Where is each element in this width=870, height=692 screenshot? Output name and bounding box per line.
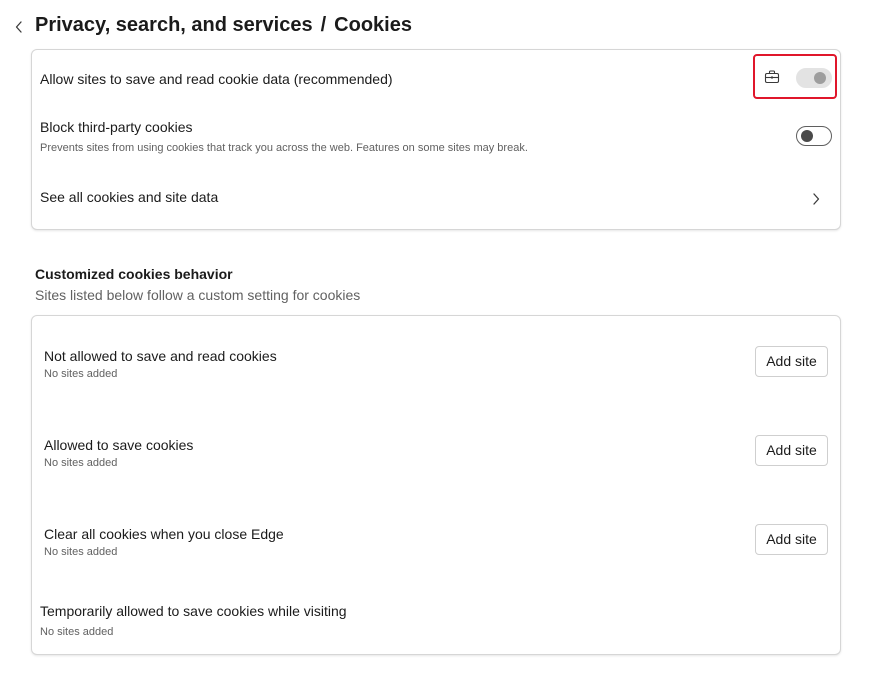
allow-cookies-label: Allow sites to save and read cookie data…: [40, 71, 393, 87]
page-header: Privacy, search, and services / Cookies: [0, 12, 870, 42]
clear-on-close-label: Clear all cookies when you close Edge: [44, 526, 284, 542]
clear-on-close-status: No sites added: [44, 546, 118, 558]
breadcrumb-current: Cookies: [334, 14, 412, 36]
section-subtitle: Sites listed below follow a custom setti…: [35, 287, 361, 303]
page-title: Privacy, search, and services / Cookies: [35, 14, 412, 37]
add-site-clear-on-exit-button[interactable]: Add site: [755, 524, 828, 555]
block-third-party-description: Prevents sites from using cookies that t…: [40, 142, 528, 154]
not-allowed-label: Not allowed to save and read cookies: [44, 348, 277, 364]
cookies-settings-card: Allow sites to save and read cookie data…: [31, 49, 841, 230]
add-site-allowed-button[interactable]: Add site: [755, 435, 828, 466]
add-site-blocked-button[interactable]: Add site: [755, 346, 828, 377]
custom-cookies-card: Not allowed to save and read cookies No …: [31, 315, 841, 655]
toggle-knob: [801, 130, 813, 142]
chevron-right-icon: [813, 193, 820, 205]
highlight-box: [753, 54, 837, 99]
block-third-party-label: Block third-party cookies: [40, 119, 193, 135]
see-all-cookies-row[interactable]: See all cookies and site data: [32, 178, 840, 226]
breadcrumb-parent[interactable]: Privacy, search, and services: [35, 14, 313, 36]
back-button[interactable]: [10, 17, 28, 37]
chevron-left-icon: [15, 21, 22, 33]
not-allowed-status: No sites added: [44, 368, 118, 380]
allowed-status: No sites added: [44, 457, 118, 469]
block-third-party-toggle[interactable]: [796, 126, 832, 146]
see-all-cookies-label: See all cookies and site data: [40, 189, 219, 205]
allowed-label: Allowed to save cookies: [44, 437, 194, 453]
temporarily-allowed-status: No sites added: [40, 626, 114, 638]
breadcrumb-separator: /: [320, 14, 327, 36]
temporarily-allowed-label: Temporarily allowed to save cookies whil…: [40, 603, 347, 619]
section-title: Customized cookies behavior: [35, 266, 233, 282]
